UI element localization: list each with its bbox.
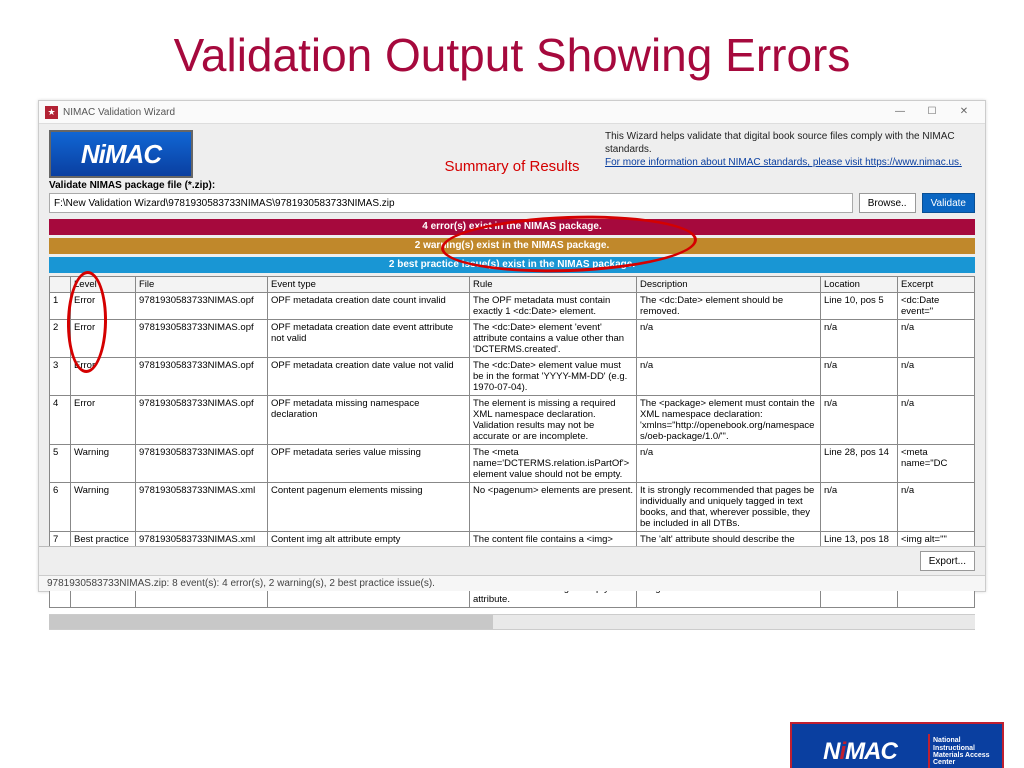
cell-file: 9781930583733NIMAS.opf xyxy=(136,358,268,396)
col-excerpt[interactable]: Excerpt xyxy=(898,277,975,293)
cell-excerpt: <dc:Date event=" xyxy=(898,293,975,320)
cell-n: 5 xyxy=(50,445,71,483)
table-row[interactable]: 3Error9781930583733NIMAS.opfOPF metadata… xyxy=(50,358,975,396)
cell-n: 3 xyxy=(50,358,71,396)
cell-file: 9781930583733NIMAS.xml xyxy=(136,483,268,532)
cell-excerpt: n/a xyxy=(898,483,975,532)
maximize-button[interactable]: ☐ xyxy=(917,103,947,121)
cell-loc: Line 28, pos 14 xyxy=(821,445,898,483)
cell-event: Content pagenum elements missing xyxy=(268,483,470,532)
col-description[interactable]: Description xyxy=(637,277,821,293)
cell-excerpt: n/a xyxy=(898,320,975,358)
status-bar: 9781930583733NIMAS.zip: 8 event(s): 4 er… xyxy=(39,575,985,591)
col-level[interactable]: Level xyxy=(71,277,136,293)
col-location[interactable]: Location xyxy=(821,277,898,293)
cell-event: OPF metadata creation date value not val… xyxy=(268,358,470,396)
cell-excerpt: <meta name="DC xyxy=(898,445,975,483)
cell-file: 9781930583733NIMAS.opf xyxy=(136,320,268,358)
package-path-input[interactable] xyxy=(49,193,853,213)
cell-n: 2 xyxy=(50,320,71,358)
footer-logo-text: NiMAC xyxy=(792,738,928,766)
cell-file: 9781930583733NIMAS.opf xyxy=(136,293,268,320)
cell-event: OPF metadata series value missing xyxy=(268,445,470,483)
cell-desc: The <package> element must contain the X… xyxy=(637,396,821,445)
cell-level: Error xyxy=(71,320,136,358)
minimize-button[interactable]: — xyxy=(885,103,915,121)
close-button[interactable]: ✕ xyxy=(949,103,979,121)
warnings-banner: 2 warning(s) exist in the NIMAS package. xyxy=(49,238,975,254)
slide-title: Validation Output Showing Errors xyxy=(0,28,1024,82)
cell-file: 9781930583733NIMAS.opf xyxy=(136,445,268,483)
cell-level: Warning xyxy=(71,445,136,483)
cell-desc: n/a xyxy=(637,358,821,396)
window-titlebar: NIMAC Validation Wizard — ☐ ✕ xyxy=(39,101,985,124)
cell-loc: n/a xyxy=(821,320,898,358)
cell-file: 9781930583733NIMAS.opf xyxy=(136,396,268,445)
cell-desc: n/a xyxy=(637,320,821,358)
validate-button[interactable]: Validate xyxy=(922,193,975,213)
col-rule[interactable]: Rule xyxy=(470,277,637,293)
cell-rule: The OPF metadata must contain exactly 1 … xyxy=(470,293,637,320)
cell-event: OPF metadata creation date event attribu… xyxy=(268,320,470,358)
footer-logo: NiMAC National Instructional Materials A… xyxy=(790,722,1004,768)
presentation-slide: Validation Output Showing Errors NIMAC V… xyxy=(0,28,1024,768)
cell-rule: The <dc:Date> element value must be in t… xyxy=(470,358,637,396)
cell-level: Error xyxy=(71,358,136,396)
errors-banner: 4 error(s) exist in the NIMAS package. xyxy=(49,219,975,235)
col-file[interactable]: File xyxy=(136,277,268,293)
cell-level: Error xyxy=(71,396,136,445)
cell-rule: The element is missing a required XML na… xyxy=(470,396,637,445)
table-header-row: Level File Event type Rule Description L… xyxy=(50,277,975,293)
help-text: This Wizard helps validate that digital … xyxy=(605,130,975,156)
cell-event: OPF metadata creation date count invalid xyxy=(268,293,470,320)
table-row[interactable]: 6Warning9781930583733NIMAS.xmlContent pa… xyxy=(50,483,975,532)
cell-loc: n/a xyxy=(821,358,898,396)
window-title: NIMAC Validation Wizard xyxy=(63,107,175,118)
browse-button[interactable]: Browse.. xyxy=(859,193,916,213)
cell-n: 4 xyxy=(50,396,71,445)
cell-desc: The <dc:Date> element should be removed. xyxy=(637,293,821,320)
cell-event: OPF metadata missing namespace declarati… xyxy=(268,396,470,445)
cell-loc: n/a xyxy=(821,483,898,532)
app-icon xyxy=(45,106,58,119)
app-window: NIMAC Validation Wizard — ☐ ✕ NiMAC Summ… xyxy=(38,100,986,592)
cell-level: Error xyxy=(71,293,136,320)
cell-level: Warning xyxy=(71,483,136,532)
cell-loc: n/a xyxy=(821,396,898,445)
path-label: Validate NIMAS package file (*.zip): xyxy=(49,180,975,191)
export-button[interactable]: Export... xyxy=(920,551,975,571)
col-event[interactable]: Event type xyxy=(268,277,470,293)
cell-n: 6 xyxy=(50,483,71,532)
horizontal-scrollbar[interactable] xyxy=(49,614,975,630)
cell-excerpt: n/a xyxy=(898,358,975,396)
best-practice-banner: 2 best practice issue(s) exist in the NI… xyxy=(49,257,975,273)
col-index[interactable] xyxy=(50,277,71,293)
cell-excerpt: n/a xyxy=(898,396,975,445)
cell-rule: No <pagenum> elements are present. xyxy=(470,483,637,532)
footer-logo-subtitle: National Instructional Materials Access … xyxy=(928,734,1002,768)
table-row[interactable]: 1Error9781930583733NIMAS.opfOPF metadata… xyxy=(50,293,975,320)
cell-loc: Line 10, pos 5 xyxy=(821,293,898,320)
table-row[interactable]: 5Warning9781930583733NIMAS.opfOPF metada… xyxy=(50,445,975,483)
cell-n: 1 xyxy=(50,293,71,320)
cell-desc: It is strongly recommended that pages be… xyxy=(637,483,821,532)
table-row[interactable]: 4Error9781930583733NIMAS.opfOPF metadata… xyxy=(50,396,975,445)
cell-desc: n/a xyxy=(637,445,821,483)
cell-rule: The <meta name='DCTERMS.relation.isPartO… xyxy=(470,445,637,483)
table-row[interactable]: 2Error9781930583733NIMAS.opfOPF metadata… xyxy=(50,320,975,358)
summary-heading: Summary of Results xyxy=(39,158,985,175)
cell-rule: The <dc:Date> element 'event' attribute … xyxy=(470,320,637,358)
scrollbar-thumb[interactable] xyxy=(49,615,493,629)
